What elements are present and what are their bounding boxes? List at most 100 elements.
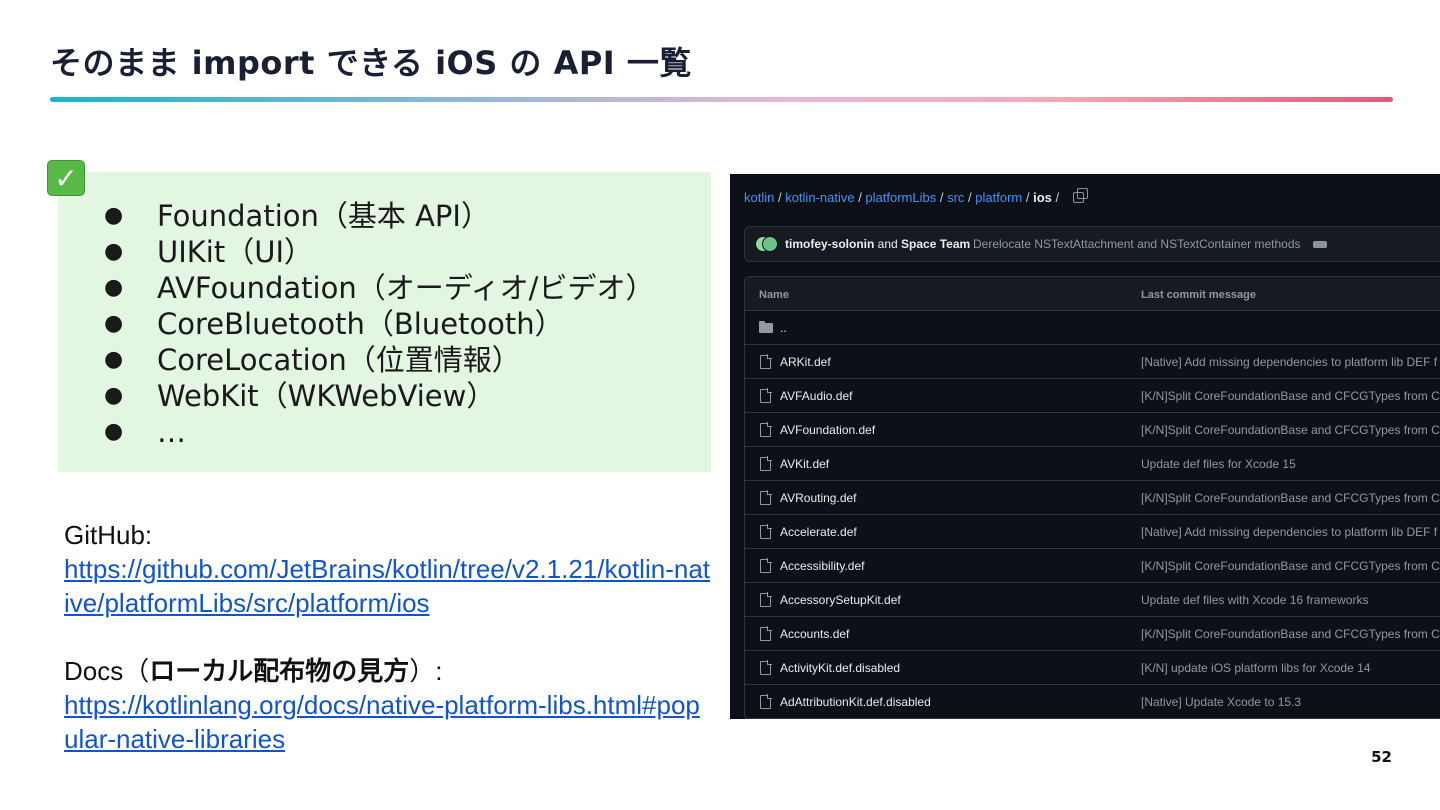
commit-message[interactable]: Derelocate NSTextAttachment and NSTextCo…: [973, 237, 1301, 251]
docs-link[interactable]: https://kotlinlang.org/docs/native-platf…: [64, 688, 714, 756]
commit-msg[interactable]: [K/N]Split CoreFoundationBase and CFCGTy…: [1141, 491, 1440, 505]
bullet-icon: ●: [104, 275, 124, 300]
file-icon: [760, 626, 772, 641]
github-screenshot: kotlin / kotlin-native / platformLibs / …: [730, 174, 1440, 719]
docs-label: Docs（ローカル配布物の見方）:: [64, 654, 714, 688]
slide-title: そのまま import できる iOS の API 一覧: [50, 44, 692, 82]
table-row[interactable]: AVRouting.def [K/N]Split CoreFoundationBa…: [745, 481, 1440, 515]
commit-msg[interactable]: [Native] Add missing dependencies to pla…: [1141, 355, 1437, 369]
api-name: WebKit（WKWebView）: [157, 379, 496, 413]
file-icon: [760, 422, 772, 437]
commit-msg[interactable]: [Native] Add missing dependencies to pla…: [1141, 525, 1437, 539]
commit-msg[interactable]: [K/N] update iOS platform libs for Xcode…: [1141, 661, 1370, 675]
api-name: …: [157, 415, 186, 449]
file-name[interactable]: AVRouting.def: [780, 491, 857, 505]
file-icon: [760, 490, 772, 505]
commit-team-link[interactable]: Space Team: [901, 237, 970, 251]
bullet-icon: ●: [104, 311, 124, 336]
ellipsis-icon[interactable]: [1313, 241, 1327, 248]
bullet-icon: ●: [104, 203, 124, 228]
commit-msg[interactable]: [K/N]Split CoreFoundationBase and CFCGTy…: [1141, 559, 1440, 573]
list-item: ● CoreBluetooth（Bluetooth）: [100, 306, 654, 342]
breadcrumb-link[interactable]: kotlin-native: [785, 190, 854, 205]
api-name: UIKit（UI）: [157, 235, 314, 269]
table-row[interactable]: ARKit.def [Native] Add missing dependenci…: [745, 345, 1440, 379]
commit-msg[interactable]: [K/N]Split CoreFoundationBase and CFCGTy…: [1141, 389, 1440, 403]
api-name: Foundation（基本 API）: [157, 199, 490, 233]
list-item: ● UIKit（UI）: [100, 234, 654, 270]
list-item: ● CoreLocation（位置情報）: [100, 342, 654, 378]
file-name[interactable]: Accessibility.def: [780, 559, 864, 573]
copy-path-icon[interactable]: [1072, 188, 1088, 203]
commit-msg[interactable]: Update def files with Xcode 16 framework…: [1141, 593, 1368, 607]
table-row[interactable]: AVKit.def Update def files for Xcode 15: [745, 447, 1440, 481]
docs-label-bold: ローカル配布物の見方: [149, 656, 410, 686]
list-item: ● WebKit（WKWebView）: [100, 378, 654, 414]
file-name[interactable]: ActivityKit.def.disabled: [780, 661, 900, 675]
table-row[interactable]: Accelerate.def [Native] Add missing depen…: [745, 515, 1440, 549]
list-item: ●…: [100, 414, 654, 450]
table-header: Name Last commit message: [745, 277, 1440, 311]
breadcrumb-link[interactable]: src: [947, 190, 964, 205]
list-item: ● AVFoundation（オーディオ/ビデオ）: [100, 270, 654, 306]
table-row[interactable]: AccessorySetupKit.def Update def files wi…: [745, 583, 1440, 617]
file-icon: [760, 558, 772, 573]
breadcrumb-link[interactable]: platform: [975, 190, 1022, 205]
file-name[interactable]: AdAttributionKit.def.disabled: [780, 695, 931, 709]
file-name[interactable]: AVFAudio.def: [780, 389, 853, 403]
table-row[interactable]: ..: [745, 311, 1440, 345]
commit-msg[interactable]: Update def files for Xcode 15: [1141, 457, 1296, 471]
col-name-header: Name: [759, 289, 789, 301]
file-name[interactable]: Accelerate.def: [780, 525, 857, 539]
table-row[interactable]: AVFoundation.def [K/N]Split CoreFoundatio…: [745, 413, 1440, 447]
table-row[interactable]: Accounts.def [K/N]Split CoreFoundationBas…: [745, 617, 1440, 651]
file-name[interactable]: AccessorySetupKit.def: [780, 593, 901, 607]
api-name: CoreBluetooth（Bluetooth）: [157, 307, 564, 341]
file-name[interactable]: AVFoundation.def: [780, 423, 875, 437]
file-name[interactable]: AVKit.def: [780, 457, 829, 471]
github-link[interactable]: https://github.com/JetBrains/kotlin/tree…: [64, 552, 714, 620]
table-row[interactable]: ActivityKit.def.disabled [K/N] update iOS…: [745, 651, 1440, 685]
file-icon: [760, 592, 772, 607]
col-message-header: Last commit message: [1141, 289, 1256, 301]
commit-msg[interactable]: [K/N]Split CoreFoundationBase and CFCGTy…: [1141, 423, 1440, 437]
breadcrumb: kotlin / kotlin-native / platformLibs / …: [744, 188, 1088, 205]
table-row[interactable]: Accessibility.def [K/N]Split CoreFoundati…: [745, 549, 1440, 583]
file-icon: [760, 660, 772, 675]
breadcrumb-current: ios: [1033, 190, 1052, 205]
file-icon: [760, 456, 772, 471]
docs-label-prefix: Docs（: [64, 656, 150, 686]
commit-msg[interactable]: [K/N]Split CoreFoundationBase and CFCGTy…: [1141, 627, 1440, 641]
file-name[interactable]: ARKit.def: [780, 355, 831, 369]
file-icon: [760, 388, 772, 403]
commit-msg[interactable]: [Native] Update Xcode to 15.3: [1141, 695, 1301, 709]
avatar[interactable]: [755, 236, 778, 254]
bullet-icon: ●: [104, 419, 124, 444]
list-item: ● Foundation（基本 API）: [100, 198, 654, 234]
table-row[interactable]: AVFAudio.def [K/N]Split CoreFoundationBas…: [745, 379, 1440, 413]
bullet-icon: ●: [104, 239, 124, 264]
commit-author-link[interactable]: timofey-solonin: [785, 237, 874, 251]
github-label: GitHub:: [64, 520, 153, 550]
bullet-icon: ●: [104, 383, 124, 408]
file-name[interactable]: Accounts.def: [780, 627, 849, 641]
breadcrumb-link[interactable]: platformLibs: [865, 190, 936, 205]
breadcrumb-link[interactable]: kotlin: [744, 190, 774, 205]
api-name: AVFoundation（オーディオ/ビデオ）: [157, 271, 655, 305]
commit-authors: timofey-solonin and Space Team: [785, 237, 971, 251]
docs-label-suffix: ）:: [409, 656, 443, 686]
parent-dir-link[interactable]: ..: [780, 321, 787, 335]
api-name: CoreLocation（位置情報）: [157, 343, 521, 377]
page-number: 52: [1371, 748, 1392, 766]
table-row[interactable]: AdAttributionKit.def.disabled [Native] Up…: [745, 685, 1440, 719]
api-list: ● Foundation（基本 API） ● UIKit（UI） ● AVFounda…: [100, 198, 654, 450]
file-icon: [760, 694, 772, 709]
latest-commit-bar: timofey-solonin and Space Team Derelocat…: [744, 226, 1440, 262]
reference-links: GitHub: https://github.com/JetBrains/kot…: [64, 518, 714, 756]
bullet-icon: ●: [104, 347, 124, 372]
check-mark-icon: ✓: [47, 160, 85, 196]
file-icon: [760, 524, 772, 539]
file-table: Name Last commit message .. ARKit.def [Na…: [744, 276, 1440, 719]
folder-icon: [759, 321, 773, 333]
file-icon: [760, 354, 772, 369]
